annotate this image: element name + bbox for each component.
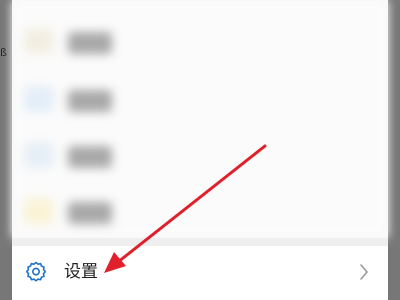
blurred-menu-list — [12, 0, 388, 238]
blurred-menu-item[interactable] — [12, 184, 388, 240]
settings-label: 设置 — [64, 262, 98, 282]
background-peek-text: ß — [0, 46, 7, 59]
blurred-menu-item[interactable] — [12, 14, 388, 70]
blurred-item-icon — [24, 142, 54, 168]
blurred-item-label — [68, 32, 112, 54]
screenshot-stage: ß 设置 — [0, 0, 400, 300]
blurred-item-icon — [24, 28, 54, 54]
menu-panel: 设置 — [12, 0, 388, 300]
blurred-item-icon — [24, 198, 54, 224]
blurred-item-label — [68, 146, 112, 168]
section-divider — [12, 238, 388, 246]
background-right-edge — [388, 0, 400, 300]
background-left-edge: ß — [0, 0, 12, 300]
gear-icon — [25, 261, 47, 282]
blurred-item-icon — [24, 86, 54, 112]
chevron-right-icon — [360, 264, 368, 280]
settings-menu-item[interactable]: 设置 — [12, 246, 388, 300]
blurred-item-label — [68, 202, 112, 224]
blurred-menu-item[interactable] — [12, 128, 388, 184]
blurred-item-label — [68, 90, 112, 112]
blurred-menu-item[interactable] — [12, 72, 388, 128]
